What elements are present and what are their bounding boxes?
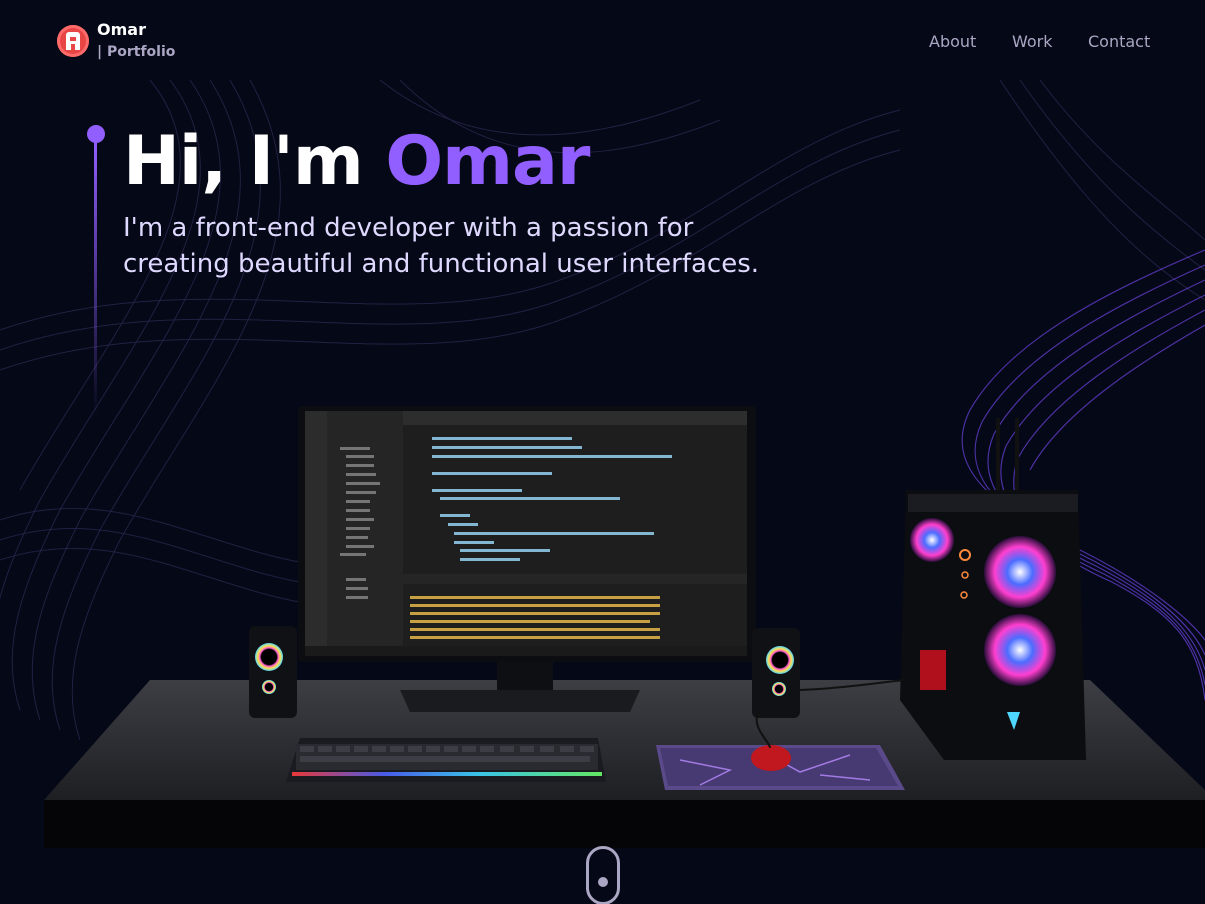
hero-subtitle: I'm a front-end developer with a passion… — [123, 213, 760, 279]
logo-icon[interactable] — [57, 25, 89, 57]
page: Omar | Portfolio About Work Contact Hi, … — [0, 0, 1205, 904]
scroll-indicator-dot — [598, 877, 608, 887]
scroll-down-icon[interactable] — [586, 846, 620, 904]
brand-name[interactable]: Omar — [97, 20, 146, 39]
hero-accent-line — [94, 142, 97, 417]
hero-title: Hi, I'm Omar — [123, 122, 590, 201]
nav-link-work[interactable]: Work — [1012, 32, 1053, 51]
brand-subtitle[interactable]: | Portfolio — [97, 44, 175, 60]
nav-link-about[interactable]: About — [929, 32, 976, 51]
hero-greeting: Hi, I'm — [123, 122, 386, 201]
hero-name: Omar — [385, 122, 590, 201]
hero-accent-dot — [87, 125, 105, 143]
background-waves — [0, 80, 1205, 821]
nav-link-contact[interactable]: Contact — [1088, 32, 1150, 51]
navbar: Omar | Portfolio About Work Contact — [0, 0, 1205, 80]
